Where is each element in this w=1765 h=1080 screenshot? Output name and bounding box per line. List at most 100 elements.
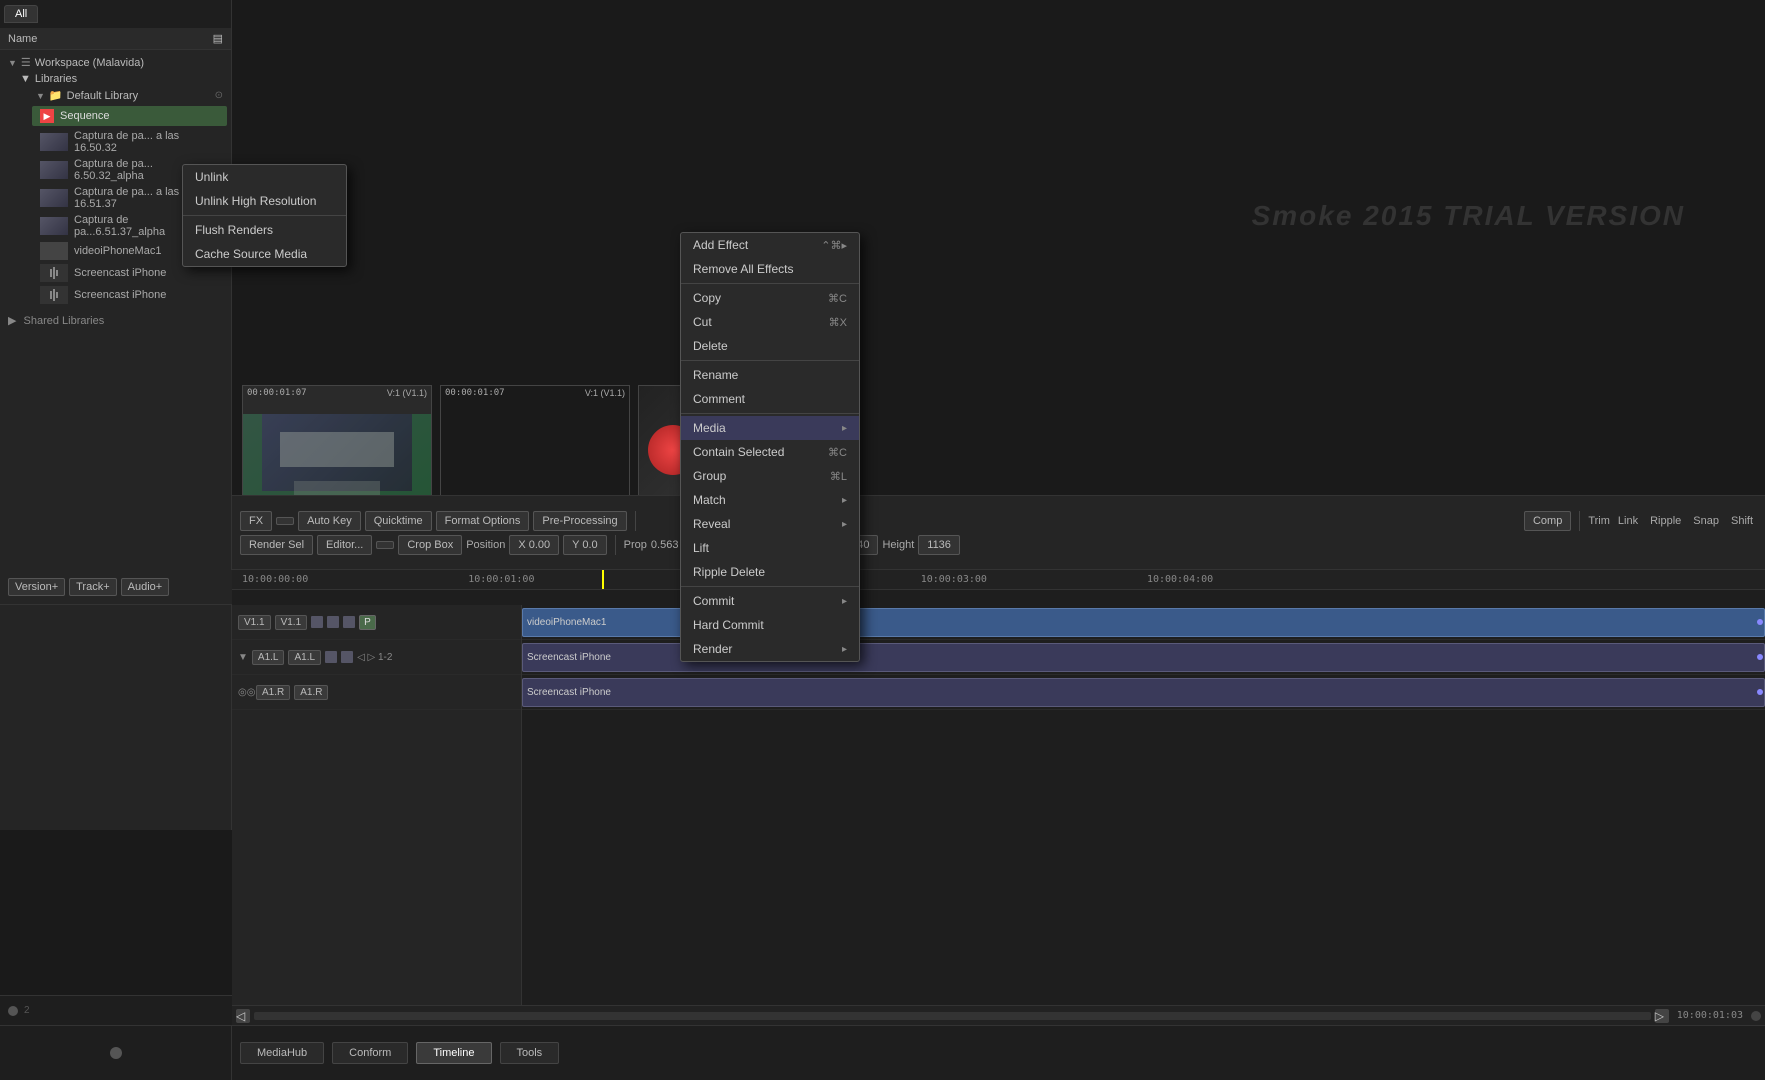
ctx-add-effect[interactable]: Add Effect ⌃⌘▸ <box>681 233 859 257</box>
libraries-label: Libraries <box>35 73 77 85</box>
timeline-scrollbar-area: ◁ ▷ 10:00:01:03 <box>232 1005 1765 1025</box>
render-sel-button[interactable]: Render Sel <box>240 535 313 555</box>
track-lock-icon[interactable] <box>327 616 339 628</box>
thumb1-timecode: 00:00:01:07 <box>247 388 307 398</box>
audio-nav[interactable]: ◁ ▷ 1-2 <box>357 652 392 663</box>
track-eye-icon[interactable] <box>311 616 323 628</box>
y-val-input[interactable]: Y 0.0 <box>563 535 607 555</box>
watermark: Smoke 2015 TRIAL VERSION <box>1252 200 1685 232</box>
track-plus-button[interactable]: Track+ <box>69 578 117 596</box>
format-options-button[interactable]: Format Options <box>436 511 530 531</box>
ctx-group[interactable]: Group ⌘L <box>681 464 859 488</box>
ctx-ripple-delete[interactable]: Ripple Delete <box>681 560 859 584</box>
workspace-arrow: ▼ <box>8 58 17 68</box>
tab-all[interactable]: All <box>4 5 38 23</box>
ctx-match[interactable]: Match ▸ <box>681 488 859 512</box>
sub-cache-source-media[interactable]: Cache Source Media <box>183 242 346 266</box>
workspace-item[interactable]: ▼ ☰ Workspace (Malavida) <box>0 54 231 71</box>
library-icon: 📁 <box>49 89 63 102</box>
shift-label[interactable]: Shift <box>1731 515 1753 527</box>
ctx-rename[interactable]: Rename <box>681 363 859 387</box>
timeline-tab[interactable]: Timeline <box>416 1042 491 1064</box>
trim-label[interactable]: Trim <box>1588 515 1610 527</box>
scroll-left-btn[interactable]: ◁ <box>236 1009 250 1023</box>
default-library-label: Default Library <box>67 90 139 102</box>
preset-btn[interactable] <box>376 541 394 549</box>
v1-1-btn[interactable]: V1.1 <box>238 615 271 630</box>
quicktime-button[interactable]: Quicktime <box>365 511 432 531</box>
sub-unlink-high-res-label: Unlink High Resolution <box>195 194 316 208</box>
sequence-icon: ▶ <box>40 109 54 123</box>
ctx-media-label: Media <box>693 421 726 435</box>
audio-r-clip[interactable]: Screencast iPhone <box>522 678 1765 707</box>
conform-tab[interactable]: Conform <box>332 1042 408 1064</box>
ctx-contain-shortcut: ⌘C <box>828 446 847 459</box>
media-name-5: Screencast iPhone <box>74 267 166 279</box>
crop-box-button[interactable]: Crop Box <box>398 535 462 555</box>
clip-dot-right-v <box>1757 619 1763 625</box>
sequence-item[interactable]: ▶ Sequence <box>32 106 227 126</box>
snap-label[interactable]: Snap <box>1693 515 1719 527</box>
ctx-lift[interactable]: Lift <box>681 536 859 560</box>
auto-key-button[interactable]: Auto Key <box>298 511 361 531</box>
comp-button[interactable]: Comp <box>1524 511 1571 531</box>
media-item-6[interactable]: Screencast iPhone <box>28 284 231 306</box>
pre-processing-button[interactable]: Pre-Processing <box>533 511 626 531</box>
a1l-btn[interactable]: A1.L <box>252 650 285 665</box>
ctx-hard-commit[interactable]: Hard Commit <box>681 613 859 637</box>
v1-1-btn2[interactable]: V1.1 <box>275 615 308 630</box>
ctx-render[interactable]: Render ▸ <box>681 637 859 661</box>
ctx-reveal[interactable]: Reveal ▸ <box>681 512 859 536</box>
fx-button[interactable]: FX <box>240 511 272 531</box>
video-track-label: V1.1 V1.1 P <box>232 605 521 640</box>
ctx-render-label: Render <box>693 642 732 656</box>
tools-tab[interactable]: Tools <box>500 1042 560 1064</box>
audio-l-icon1[interactable] <box>325 651 337 663</box>
editor-button[interactable]: Editor... <box>317 535 372 555</box>
ripple-label[interactable]: Ripple <box>1650 515 1681 527</box>
ctx-reveal-label: Reveal <box>693 517 730 531</box>
a1l-btn2[interactable]: A1.L <box>288 650 321 665</box>
shared-libraries[interactable]: ▶ Shared Libraries <box>0 310 231 331</box>
media-thumb-2 <box>40 189 68 207</box>
sub-unlink[interactable]: Unlink <box>183 165 346 189</box>
ctx-comment[interactable]: Comment <box>681 387 859 411</box>
corner-indicator <box>110 1047 122 1059</box>
a1r-btn[interactable]: A1.R <box>256 685 290 700</box>
x-val-input[interactable]: X 0.00 <box>509 535 559 555</box>
ctx-copy[interactable]: Copy ⌘C <box>681 286 859 310</box>
tab-bar: All <box>0 0 231 28</box>
ctx-media[interactable]: Media ▸ <box>681 416 859 440</box>
timecode-ruler: 10:00:00:00 10:00:01:00 10:00:02:00 10:0… <box>232 570 1765 590</box>
ctx-lift-label: Lift <box>693 541 709 555</box>
media-thumb-3 <box>40 217 68 235</box>
track-p-button[interactable]: P <box>359 615 376 630</box>
unknown-btn[interactable] <box>276 517 294 525</box>
workspace-icon: ☰ <box>21 56 31 69</box>
version-plus-button[interactable]: Version+ <box>8 578 65 596</box>
audio-r-track-lane[interactable]: Screencast iPhone <box>522 675 1765 710</box>
sub-cache-source-media-label: Cache Source Media <box>195 247 307 261</box>
ctx-commit[interactable]: Commit ▸ <box>681 589 859 613</box>
sub-flush-renders[interactable]: Flush Renders <box>183 218 346 242</box>
scroll-right-btn[interactable]: ▷ <box>1655 1009 1669 1023</box>
media-hub-tab[interactable]: MediaHub <box>240 1042 324 1064</box>
link-label[interactable]: Link <box>1618 515 1638 527</box>
left-panel: All Name ▤ ▼ ☰ Workspace (Malavida) ▼ Li… <box>0 0 232 830</box>
timeline-scrollbar[interactable] <box>254 1012 1651 1020</box>
audio-plus-button[interactable]: Audio+ <box>121 578 170 596</box>
ctx-cut[interactable]: Cut ⌘X <box>681 310 859 334</box>
a1r-btn2[interactable]: A1.R <box>294 685 328 700</box>
ctx-remove-effects[interactable]: Remove All Effects <box>681 257 859 281</box>
libraries-arrow: ▼ <box>20 73 31 85</box>
default-library-item[interactable]: ▼ 📁 Default Library ⊙ <box>28 87 231 104</box>
track-mute-icon[interactable] <box>343 616 355 628</box>
height-input[interactable]: 1136 <box>918 535 960 555</box>
ctx-delete[interactable]: Delete <box>681 334 859 358</box>
sub-unlink-high-res[interactable]: Unlink High Resolution <box>183 189 346 213</box>
audio-l-icon2[interactable] <box>341 651 353 663</box>
ctx-contain-selected[interactable]: Contain Selected ⌘C <box>681 440 859 464</box>
media-item-0[interactable]: Captura de pa... a las 16.50.32 <box>28 128 231 156</box>
track-content: videoiPhoneMac1 Screencast iPhone Screen… <box>522 605 1765 1025</box>
media-name-6: Screencast iPhone <box>74 289 166 301</box>
